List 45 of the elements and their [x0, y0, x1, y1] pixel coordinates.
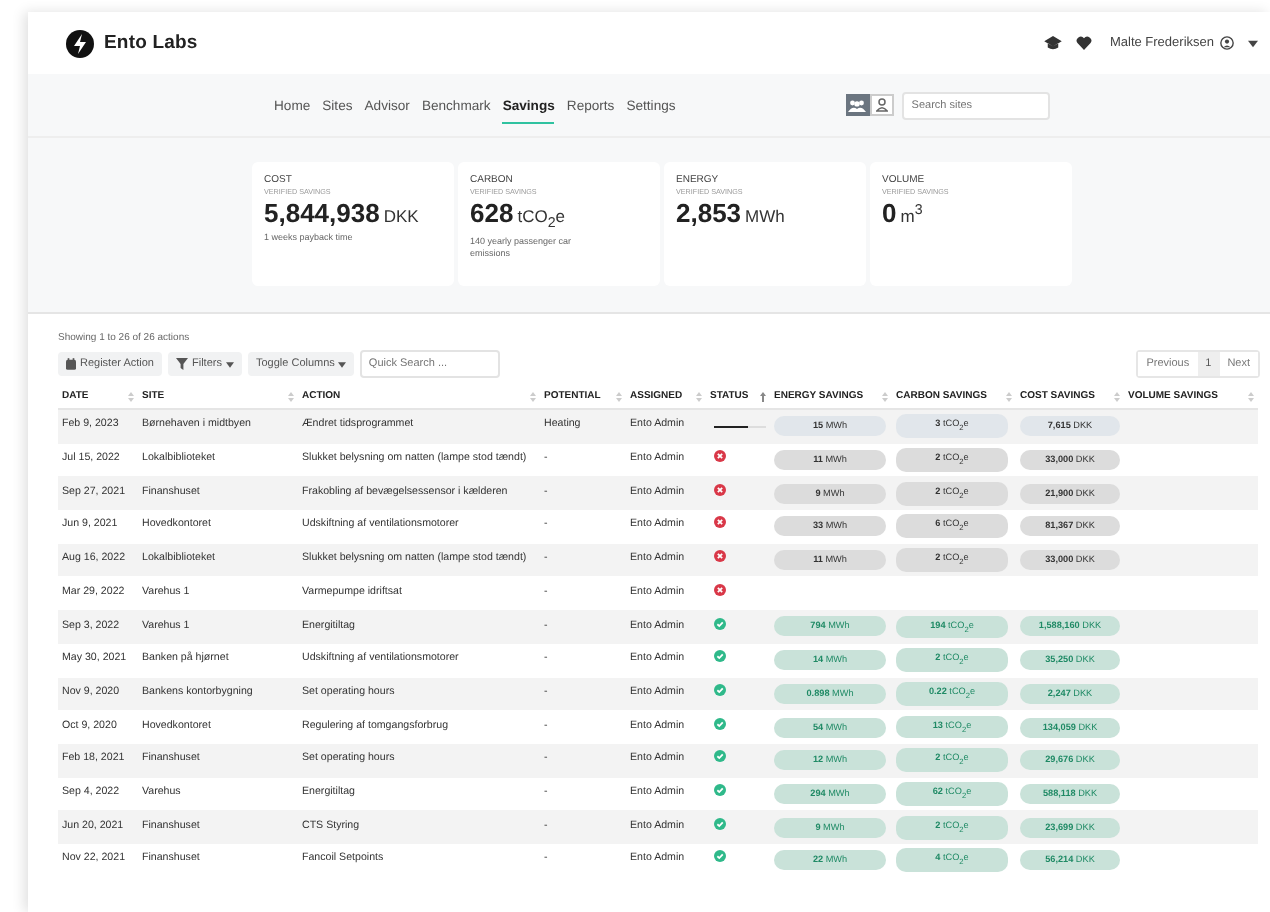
sort-icon[interactable] — [288, 391, 294, 401]
check-circle-icon — [714, 750, 726, 763]
cross-circle-icon — [714, 516, 726, 529]
cross-circle-icon — [714, 483, 726, 496]
sort-icon[interactable] — [696, 391, 702, 401]
heart-icon[interactable] — [1075, 36, 1092, 50]
caret-icon — [225, 361, 234, 367]
cross-circle-icon — [714, 450, 726, 463]
card-unit: m$^{3}$ — [900, 202, 923, 226]
sort-icon[interactable] — [128, 391, 134, 401]
card-value: 2,853 — [676, 198, 742, 228]
caret-icon — [338, 361, 347, 367]
sort-icon[interactable] — [530, 391, 536, 401]
sort-icon[interactable] — [1114, 391, 1120, 401]
sort-icon[interactable] — [1248, 391, 1254, 401]
card-unit: MWh — [745, 206, 785, 226]
check-circle-icon — [714, 617, 726, 629]
card-unit: tCO$_{2}$e — [517, 206, 565, 232]
check-circle-icon — [714, 850, 726, 863]
brand-name: Ento Labs — [104, 32, 198, 54]
sort-icon[interactable] — [882, 391, 888, 401]
card-value: 0 — [882, 198, 897, 228]
funnel-icon — [176, 358, 188, 370]
graduation-cap-icon[interactable] — [1043, 36, 1062, 50]
sort-icon[interactable] — [1006, 391, 1012, 401]
cross-circle-icon — [714, 550, 726, 563]
calendar-icon — [66, 358, 76, 370]
cross-circle-icon — [714, 583, 726, 596]
sort-ascending-icon[interactable] — [760, 391, 766, 401]
card-unit: DKK — [383, 206, 419, 226]
check-circle-icon — [714, 783, 726, 796]
lightning-logo-icon — [66, 29, 94, 57]
card-value: 628 — [470, 198, 514, 228]
check-circle-icon — [714, 817, 726, 830]
people-icon — [848, 99, 867, 111]
person-icon — [875, 98, 888, 112]
check-circle-icon — [714, 650, 726, 663]
caret-icon[interactable] — [1248, 39, 1258, 47]
check-circle-icon — [714, 683, 726, 696]
person-view-button[interactable] — [869, 94, 894, 116]
sort-icon[interactable] — [616, 391, 622, 401]
user-icon[interactable] — [1220, 36, 1234, 50]
check-circle-icon — [714, 717, 726, 730]
group-view-button[interactable] — [845, 94, 870, 116]
card-value: 5,844,938 — [264, 198, 380, 228]
